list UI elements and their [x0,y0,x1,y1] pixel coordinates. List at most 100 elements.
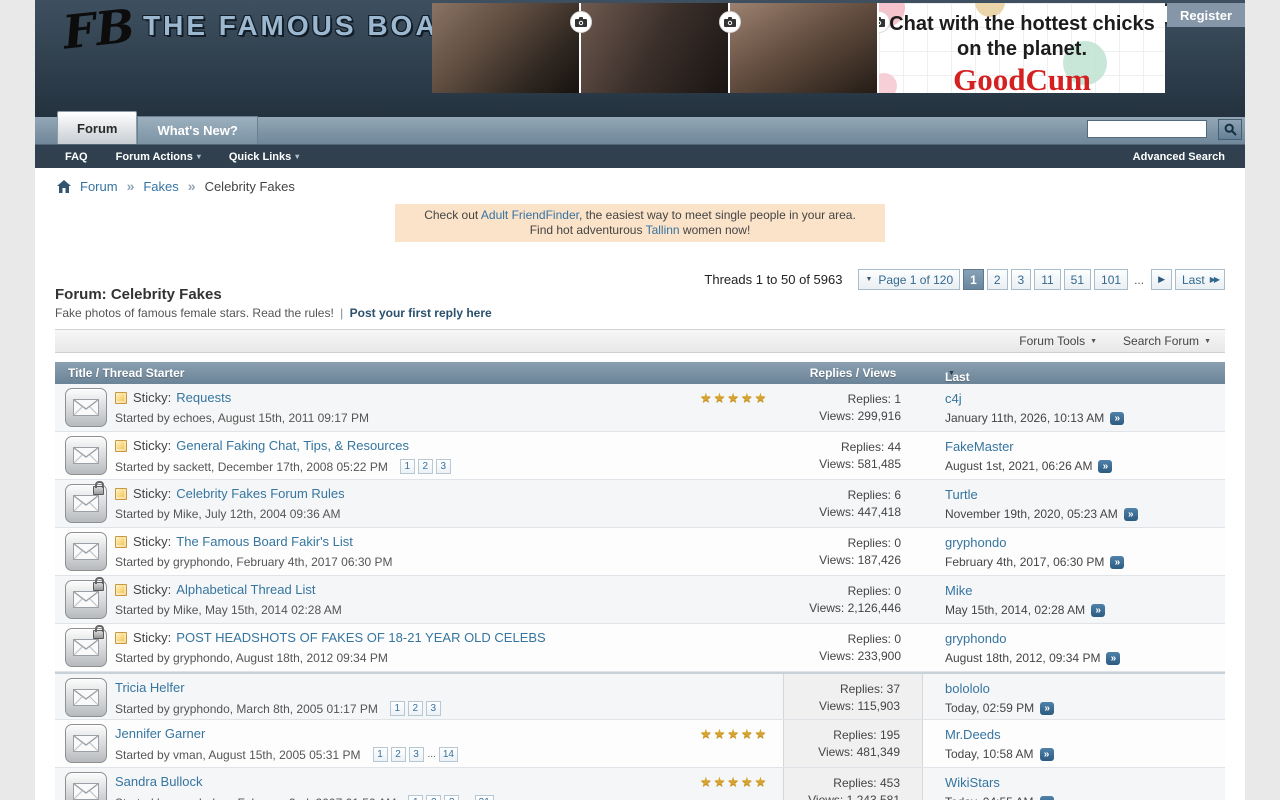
search-input[interactable] [1087,120,1207,138]
next-page-button[interactable]: ▶ [1151,269,1172,290]
last-post-user-link[interactable]: WikiStars [945,775,1000,790]
page-dropdown-button[interactable]: ▼Page 1 of 120 [858,269,960,290]
thread-page-button-1[interactable]: 1 [373,747,388,762]
go-to-last-post-icon[interactable]: » [1110,556,1124,569]
pagination-ellipsis: ... [1134,273,1144,287]
views-count: Views: 187,426 [783,552,901,569]
subnav-link-quick-links[interactable]: Quick Links▾ [229,151,299,163]
subnav-link-forum-actions[interactable]: Forum Actions▾ [116,151,201,163]
thread-page-button-2[interactable]: 2 [418,459,433,474]
last-post-cell: Mr.Deeds Today, 10:58 AM» [923,720,1225,767]
site-logo[interactable]: FB [60,0,137,60]
last-post-cell: WikiStars Today, 04:55 AM » [923,768,1225,800]
post-first-reply-link[interactable]: Post your first reply here [350,306,492,320]
replies-count: Replies: 0 [783,631,901,648]
last-post-user-link[interactable]: Turtle [945,487,978,502]
dropdown-arrow-icon: ▼ [1090,338,1097,345]
thread-page-buttons: 123...31 [405,795,493,800]
table-row: Sandra Bullock Started by wonderboy, Feb… [55,768,1225,800]
thread-page-button-2[interactable]: 2 [426,795,441,800]
thread-title-link[interactable]: The Famous Board Fakir's List [176,534,353,549]
last-post-user-link[interactable]: c4j [945,391,962,406]
thread-title-link[interactable]: Tricia Helfer [115,680,185,695]
breadcrumb-separator-icon: » [188,178,196,194]
page-button-2[interactable]: 2 [987,269,1008,290]
go-to-last-post-icon[interactable]: » [1110,412,1124,425]
thread-title-link[interactable]: Celebrity Fakes Forum Rules [176,486,344,501]
views-count: Views: 115,903 [784,698,900,715]
last-post-cell: bolololo Today, 02:59 PM» [923,674,1225,719]
thread-page-button-3[interactable]: 3 [409,747,424,762]
thread-page-button-2[interactable]: 2 [391,747,406,762]
page-button-51[interactable]: 51 [1064,269,1091,290]
thread-title-link[interactable]: Jennifer Garner [115,726,205,741]
last-post-user-link[interactable]: bolololo [945,681,990,696]
thread-page-button-1[interactable]: 1 [400,459,415,474]
thread-page-button-1[interactable]: 1 [408,795,423,800]
go-to-last-post-icon[interactable]: » [1040,702,1054,715]
column-replies-views: Replies / Views [783,366,923,380]
register-bar: Register [1167,3,1245,27]
last-post-user-link[interactable]: FakeMaster [945,439,1014,454]
thread-starter-info: Started by Mike, May 15th, 2014 02:28 AM [115,603,342,617]
forum-toolbar: Forum Tools▼ Search Forum▼ [55,329,1225,353]
page-button-3[interactable]: 3 [1011,269,1032,290]
register-link[interactable]: Register [1180,8,1232,23]
thread-title-link[interactable]: Sandra Bullock [115,774,202,789]
breadcrumb-forum[interactable]: Forum [80,179,118,194]
search-button[interactable] [1218,119,1242,140]
thread-title-link[interactable]: POST HEADSHOTS OF FAKES OF 18-21 YEAR OL… [176,630,545,645]
views-count: Views: 299,916 [783,408,901,425]
last-post-date: August 18th, 2012, 09:34 PM [945,651,1100,665]
notice-link-friendfinder[interactable]: Adult FriendFinder [481,208,579,222]
last-post-date: February 4th, 2017, 06:30 PM [945,555,1104,569]
sticky-prefix: Sticky: [133,630,171,645]
thread-page-button-31[interactable]: 31 [475,795,494,800]
thread-page-button-2[interactable]: 2 [408,701,423,716]
home-icon[interactable] [57,180,71,193]
go-to-last-post-icon[interactable]: » [1124,508,1138,521]
last-post-date: August 1st, 2021, 06:26 AM [945,459,1092,473]
replies-count: Replies: 1 [783,391,901,408]
last-post-user-link[interactable]: Mike [945,583,972,598]
ad-brand-logo[interactable]: GoodCum [879,62,1165,93]
tab-what-s-new-[interactable]: What's New? [137,116,257,144]
search-forum-menu[interactable]: Search Forum▼ [1123,334,1211,348]
page-button-1[interactable]: 1 [963,269,984,290]
replies-count: Replies: 195 [784,727,900,744]
thread-page-button-3[interactable]: 3 [436,459,451,474]
go-to-last-post-icon[interactable]: » [1091,604,1105,617]
last-post-user-link[interactable]: Mr.Deeds [945,727,1001,742]
thread-page-button-14[interactable]: 14 [439,747,458,762]
subnav-link-faq[interactable]: FAQ [65,151,88,163]
go-to-last-post-icon[interactable]: » [1098,460,1112,473]
thread-table: Title / Thread Starter Replies / Views L… [55,362,1225,800]
ad-banner[interactable]: Chat with the hottest chicks on the plan… [432,3,1165,93]
thread-page-button-1[interactable]: 1 [390,701,405,716]
tab-forum[interactable]: Forum [57,111,137,144]
page-button-101[interactable]: 101 [1094,269,1128,290]
thread-title-link[interactable]: Requests [176,390,231,405]
thread-page-button-3[interactable]: 3 [444,795,459,800]
thread-title-link[interactable]: General Faking Chat, Tips, & Resources [176,438,409,453]
breadcrumb-fakes[interactable]: Fakes [143,179,178,194]
sticky-note-icon [115,536,127,548]
thread-title-cell: Sticky: Celebrity Fakes Forum Rules Star… [115,486,745,521]
advanced-search-link[interactable]: Advanced Search [1133,151,1225,163]
subnav-bar: FAQ Forum Actions▾ Quick Links▾ Advanced S… [35,145,1245,168]
thread-title-link[interactable]: Alphabetical Thread List [176,582,315,597]
page-button-11[interactable]: 11 [1034,269,1060,290]
notice-wrap: Check out Adult FriendFinder, the easies… [35,204,1245,242]
last-post-user-link[interactable]: gryphondo [945,535,1006,550]
go-to-last-post-icon[interactable]: » [1040,796,1054,800]
breadcrumb-separator-icon: » [127,178,135,194]
go-to-last-post-icon[interactable]: » [1040,748,1054,761]
dropdown-arrow-icon: ▾ [295,152,299,161]
forum-tools-menu[interactable]: Forum Tools▼ [1019,334,1097,348]
notice-link-city[interactable]: Tallinn [646,223,680,237]
go-to-last-post-icon[interactable]: » [1106,652,1120,665]
last-post-user-link[interactable]: gryphondo [945,631,1006,646]
last-post-date: Today, 04:55 AM [945,795,1034,800]
thread-page-button-3[interactable]: 3 [426,701,441,716]
last-page-button[interactable]: Last▶▶ [1175,269,1225,290]
